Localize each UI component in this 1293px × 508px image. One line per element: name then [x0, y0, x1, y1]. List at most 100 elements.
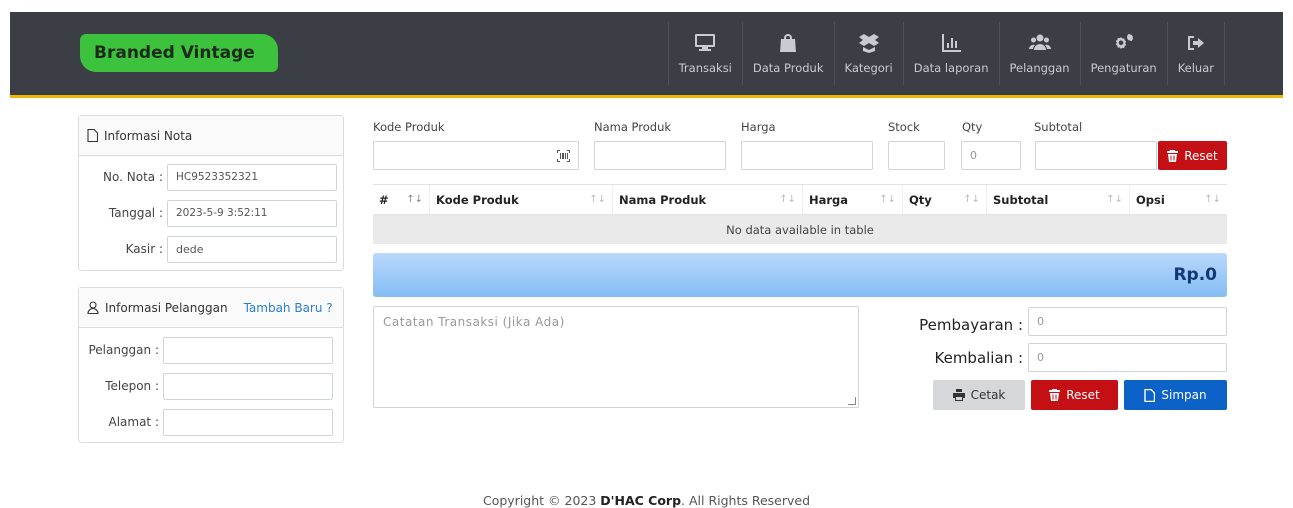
cetak-label: Cetak	[970, 388, 1006, 402]
telepon-input[interactable]	[163, 372, 333, 400]
monitor-icon	[695, 33, 716, 51]
col-harga-label: Harga	[809, 192, 849, 207]
col-harga[interactable]: Harga ↑↓	[803, 185, 903, 214]
sort-icon: ↑↓	[406, 194, 423, 205]
table-empty-row: No data available in table	[373, 215, 1227, 244]
harga-input[interactable]	[741, 141, 873, 170]
pembayaran-label: Pembayaran :	[919, 316, 1023, 334]
user-icon	[87, 301, 99, 314]
users-icon	[1028, 34, 1051, 50]
reset-transaction-button[interactable]: Reset	[1031, 380, 1118, 410]
col-nama-produk[interactable]: Nama Produk ↑↓	[613, 185, 803, 214]
col-kode-produk-label: Kode Produk	[436, 192, 519, 207]
kode-produk-label: Kode Produk	[373, 120, 445, 134]
col-number[interactable]: # ↑↓	[373, 185, 430, 214]
no-nota-field[interactable]: HC9523352321	[167, 163, 337, 191]
brand-name: Branded Vintage	[94, 43, 255, 63]
nav-label: Pengaturan	[1090, 60, 1157, 75]
col-opsi[interactable]: Opsi ↑↓	[1130, 185, 1227, 214]
qty-input[interactable]: 0	[961, 141, 1021, 170]
nav-item-data-laporan[interactable]: Data laporan	[902, 22, 999, 85]
telepon-row: Telepon :	[79, 368, 343, 404]
kembalian-label: Kembalian :	[934, 349, 1024, 367]
sort-icon: ↑↓	[1106, 194, 1123, 205]
stock-label: Stock	[888, 120, 920, 134]
nav-item-pengaturan[interactable]: Pengaturan	[1079, 22, 1167, 85]
trash-icon	[1049, 389, 1061, 401]
simpan-label: Simpan	[1161, 388, 1207, 402]
pelanggan-panel-header: Informasi Pelanggan Tambah Baru ?	[79, 288, 343, 328]
resize-handle-icon[interactable]	[848, 397, 856, 405]
nota-panel: Informasi Nota No. Nota : HC9523352321 T…	[78, 115, 344, 271]
qty-value: 0	[970, 149, 977, 162]
nav-label: Data Produk	[752, 60, 824, 75]
no-nota-label: No. Nota :	[103, 170, 163, 184]
nav-label: Kategori	[844, 60, 893, 75]
copyright-suffix: . All Rights Reserved	[681, 493, 811, 508]
col-qty-label: Qty	[909, 192, 932, 207]
reset-item-button[interactable]: Reset	[1158, 141, 1227, 170]
main-nav: Transaksi Data Produk Kategori Data lapo…	[667, 22, 1225, 85]
nav-item-transaksi[interactable]: Transaksi	[667, 22, 742, 85]
file-icon	[87, 129, 98, 142]
tambah-baru-link[interactable]: Tambah Baru ?	[244, 301, 333, 315]
reset-transaction-label: Reset	[1066, 388, 1100, 402]
nav-item-keluar[interactable]: Keluar	[1166, 22, 1225, 85]
table-empty-text: No data available in table	[726, 222, 874, 237]
nav-label: Transaksi	[678, 60, 732, 75]
print-icon	[952, 389, 965, 401]
tanggal-row: Tanggal : 2023-5-9 3:52:11	[79, 195, 343, 231]
col-number-label: #	[379, 192, 389, 207]
catatan-textarea[interactable]: Catatan Transaksi (Jika Ada)	[373, 306, 859, 408]
col-kode-produk[interactable]: Kode Produk ↑↓	[430, 185, 613, 214]
grand-total-bar: Rp.0	[373, 253, 1227, 297]
tanggal-label: Tanggal :	[108, 206, 163, 220]
kasir-field[interactable]: dede	[167, 235, 337, 263]
kembalian-value: 0	[1037, 351, 1044, 364]
simpan-button[interactable]: Simpan	[1124, 380, 1227, 410]
navbar: Branded Vintage Transaksi Data Produk Ka…	[10, 12, 1283, 95]
file-icon	[1144, 388, 1156, 402]
sort-icon: ↑↓	[1204, 194, 1221, 205]
barcode-icon[interactable]	[557, 150, 570, 162]
brand-logo[interactable]: Branded Vintage	[80, 34, 278, 72]
copyright-prefix: Copyright © 2023	[482, 493, 601, 508]
kode-produk-input[interactable]	[373, 141, 579, 170]
nav-item-kategori[interactable]: Kategori	[833, 22, 903, 85]
nav-label: Data laporan	[913, 60, 989, 75]
table-header: # ↑↓ Kode Produk ↑↓ Nama Produk ↑↓ Harga ↑↓ …	[373, 184, 1227, 215]
pelanggan-label: Pelanggan :	[88, 343, 159, 357]
reset-item-label: Reset	[1184, 148, 1218, 163]
copyright-company: D'HAC Corp	[600, 493, 682, 508]
qty-label: Qty	[962, 120, 983, 134]
cetak-button[interactable]: Cetak	[933, 380, 1025, 410]
pelanggan-row: Pelanggan :	[79, 332, 343, 368]
nama-produk-input[interactable]	[594, 141, 726, 170]
bar-chart-icon	[942, 33, 962, 52]
pembayaran-input[interactable]: 0	[1028, 307, 1227, 336]
no-nota-row: No. Nota : HC9523352321	[79, 159, 343, 195]
catatan-placeholder: Catatan Transaksi (Jika Ada)	[383, 315, 565, 329]
sign-out-icon	[1187, 35, 1204, 50]
stock-input[interactable]	[888, 141, 945, 170]
nota-panel-title: Informasi Nota	[104, 128, 193, 143]
col-subtotal[interactable]: Subtotal ↑↓	[987, 185, 1130, 214]
nav-item-data-produk[interactable]: Data Produk	[741, 22, 834, 85]
nav-label: Keluar	[1177, 60, 1214, 75]
box-open-icon	[858, 33, 879, 53]
harga-label: Harga	[741, 120, 776, 134]
cogs-icon	[1115, 33, 1133, 49]
nota-panel-header: Informasi Nota	[79, 116, 343, 156]
kembalian-input[interactable]: 0	[1028, 343, 1227, 372]
pelanggan-input[interactable]	[163, 336, 333, 364]
sort-icon: ↑↓	[779, 194, 796, 205]
col-qty[interactable]: Qty ↑↓	[903, 185, 987, 214]
cart-table: # ↑↓ Kode Produk ↑↓ Nama Produk ↑↓ Harga ↑↓ …	[373, 184, 1227, 244]
subtotal-input[interactable]	[1035, 141, 1157, 170]
tanggal-field[interactable]: 2023-5-9 3:52:11	[167, 199, 337, 227]
nav-item-pelanggan[interactable]: Pelanggan	[998, 22, 1080, 85]
nav-label: Pelanggan	[1009, 60, 1070, 75]
grand-total-value: Rp.0	[1173, 265, 1217, 285]
alamat-input[interactable]	[163, 408, 333, 436]
alamat-row: Alamat :	[79, 404, 343, 440]
